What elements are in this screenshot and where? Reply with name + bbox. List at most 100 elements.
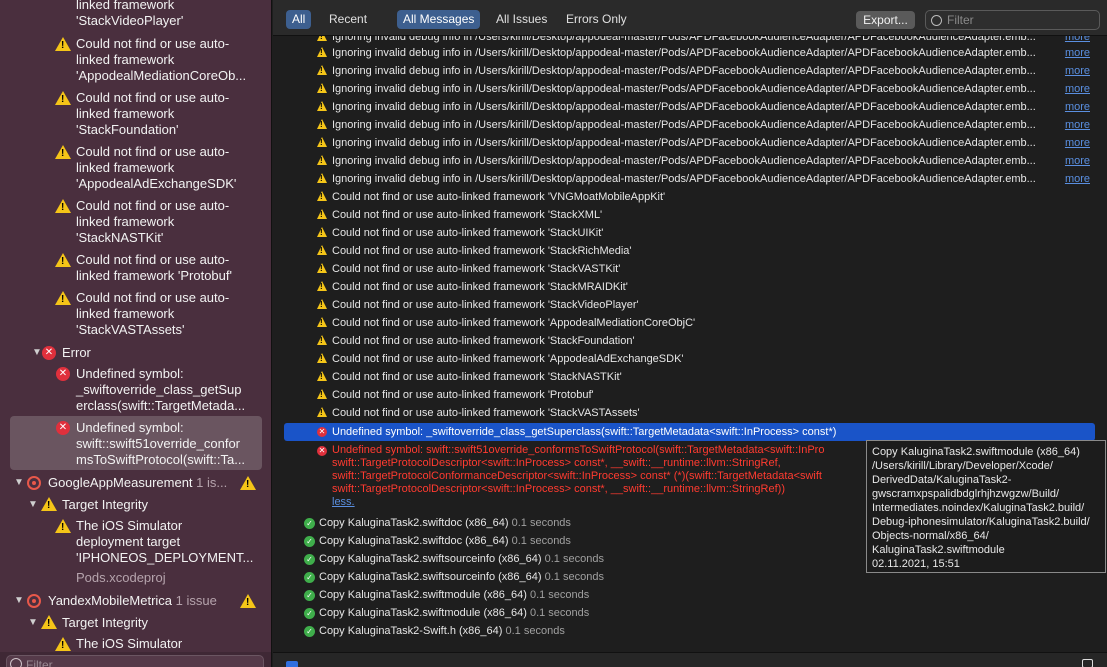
filter-icon xyxy=(931,15,942,26)
issue-item[interactable]: The iOS Simulatordeployment target'IPHON… xyxy=(0,518,271,590)
log-message: Ignoring invalid debug info in /Users/ki… xyxy=(332,65,1036,77)
more-link[interactable]: more xyxy=(1065,152,1090,170)
log-row[interactable]: Could not find or use auto-linked framew… xyxy=(273,206,1107,224)
log-row[interactable]: Could not find or use auto-linked framew… xyxy=(273,296,1107,314)
issue-item[interactable]: Could not find or use auto-linked framew… xyxy=(0,90,271,144)
error-icon: ✕ xyxy=(42,346,56,360)
log-message: Ignoring invalid debug info in /Users/ki… xyxy=(332,101,1036,113)
warning-icon xyxy=(41,497,57,511)
more-link[interactable]: more xyxy=(1065,80,1090,98)
sidebar-filter-placeholder: Filter xyxy=(26,658,53,667)
chevron-down-icon[interactable]: ▼ xyxy=(14,593,24,609)
issue-item[interactable]: linked framework 'StackVideoPlayer' xyxy=(0,0,271,30)
log-row[interactable]: Could not find or use auto-linked framew… xyxy=(273,242,1107,260)
log-row[interactable]: Could not find or use auto-linked framew… xyxy=(273,350,1107,368)
issue-item[interactable]: Could not find or use auto-linked framew… xyxy=(0,290,271,344)
log-message: Could not find or use auto-linked framew… xyxy=(332,263,621,275)
log-row[interactable]: Could not find or use auto-linked framew… xyxy=(273,224,1107,242)
log-message: Ignoring invalid debug info in /Users/ki… xyxy=(332,119,1036,131)
warning-icon xyxy=(55,637,71,651)
more-link[interactable]: more xyxy=(1065,134,1090,152)
target-integrity-group[interactable]: ▼ Target Integrity xyxy=(0,496,271,514)
scope-recent-button[interactable]: Recent xyxy=(323,10,373,29)
chevron-down-icon[interactable]: ▼ xyxy=(28,615,38,631)
chevron-down-icon[interactable]: ▼ xyxy=(14,475,24,491)
export-button[interactable]: Export... xyxy=(856,11,915,29)
error-icon: ✕ xyxy=(317,446,327,456)
target-group-yandex[interactable]: ▼ YandexMobileMetrica 1 issue xyxy=(0,592,271,610)
log-row[interactable]: Ignoring invalid debug info in /Users/ki… xyxy=(273,62,1107,80)
target-integrity-group[interactable]: ▼ Target Integrity xyxy=(0,614,271,632)
error-item[interactable]: ✕ Undefined symbol: swift::swift51overrid… xyxy=(0,420,271,470)
log-row[interactable]: Ignoring invalid debug info in /Users/ki… xyxy=(273,80,1107,98)
log-row[interactable]: Could not find or use auto-linked framew… xyxy=(273,314,1107,332)
log-row[interactable]: Could not find or use auto-linked framew… xyxy=(273,386,1107,404)
error-group[interactable]: ▼ ✕ Error xyxy=(0,344,271,362)
more-link[interactable]: more xyxy=(1065,62,1090,80)
issue-item[interactable]: Could not find or use auto-linked framew… xyxy=(0,36,271,90)
window-icon[interactable] xyxy=(1082,659,1093,667)
more-link[interactable]: more xyxy=(1065,98,1090,116)
tooltip-line: DerivedData/KaluginaTask2- xyxy=(872,474,1012,486)
issue-label: Could not find or use auto-linked framew… xyxy=(76,36,247,83)
log-message: Copy KaluginaTask2.swiftmodule (x86_64) … xyxy=(319,607,590,619)
scope-all-button[interactable]: All xyxy=(286,10,312,29)
issue-label: Could not find or use auto-linked framew… xyxy=(76,252,232,283)
log-filter-input[interactable]: Filter xyxy=(925,10,1100,30)
selected-log-row[interactable]: ✕ Undefined symbol: _swiftoverride_class… xyxy=(284,423,1095,441)
log-row[interactable]: ✓ Copy KaluginaTask2-Swift.h (x86_64) 0.1… xyxy=(273,622,1107,640)
log-row[interactable]: ✓ Copy KaluginaTask2.swiftmodule (x86_64)… xyxy=(273,586,1107,604)
errors-only-button[interactable]: Errors Only xyxy=(560,10,633,29)
log-row[interactable]: ✓ Copy KaluginaTask2.swiftmodule (x86_64)… xyxy=(273,604,1107,622)
log-row[interactable]: Could not find or use auto-linked framew… xyxy=(273,188,1107,206)
warning-icon xyxy=(317,299,327,309)
warning-icon xyxy=(41,615,57,629)
log-message: Could not find or use auto-linked framew… xyxy=(332,317,696,329)
error-item[interactable]: ✕ Undefined symbol: _swiftoverride_class_… xyxy=(0,366,271,416)
issue-item[interactable]: Could not find or use auto-linked framew… xyxy=(0,198,271,252)
build-log-panel: Ignoring invalid debug info in /Users/ki… xyxy=(273,0,1107,667)
log-row[interactable]: Could not find or use auto-linked framew… xyxy=(273,278,1107,296)
path-tooltip: Copy KaluginaTask2.swiftmodule (x86_64) … xyxy=(866,440,1106,573)
log-row[interactable]: Could not find or use auto-linked framew… xyxy=(273,332,1107,350)
log-row[interactable]: Ignoring invalid debug info in /Users/ki… xyxy=(273,44,1107,62)
error-icon: ✕ xyxy=(56,367,70,381)
target-group-google[interactable]: ▼ GoogleAppMeasurement 1 is... xyxy=(0,474,271,492)
log-message: Ignoring invalid debug info in /Users/ki… xyxy=(332,137,1036,149)
log-row[interactable]: Could not find or use auto-linked framew… xyxy=(273,260,1107,278)
log-row[interactable]: Ignoring invalid debug info in /Users/ki… xyxy=(273,170,1107,188)
chevron-down-icon[interactable]: ▼ xyxy=(32,345,42,361)
issue-label: Could not find or use auto-linked framew… xyxy=(76,290,230,337)
tooltip-line: gwscramxpspalidbdglrhjhzwgzw/Build/ xyxy=(872,488,1060,500)
log-message: Ignoring invalid debug info in /Users/ki… xyxy=(332,47,1036,59)
folder-icon[interactable] xyxy=(286,661,298,667)
warning-icon xyxy=(317,263,327,273)
error-icon: ✕ xyxy=(317,427,327,437)
log-row[interactable]: Ignoring invalid debug info in /Users/ki… xyxy=(273,98,1107,116)
log-message: Could not find or use auto-linked framew… xyxy=(332,245,632,257)
log-row[interactable]: Could not find or use auto-linked framew… xyxy=(273,368,1107,386)
all-issues-button[interactable]: All Issues xyxy=(490,10,553,29)
more-link[interactable]: more xyxy=(1065,170,1090,188)
chevron-down-icon[interactable]: ▼ xyxy=(28,497,38,513)
log-message: Ignoring invalid debug info in /Users/ki… xyxy=(332,155,1036,167)
issue-label: Undefined symbol: _swiftoverride_class_ge… xyxy=(76,366,246,413)
issue-item[interactable]: Could not find or use auto-linked framew… xyxy=(0,144,271,198)
more-link[interactable]: more xyxy=(1065,116,1090,134)
issue-item[interactable]: Could not find or use auto-linked framew… xyxy=(0,252,271,290)
warning-icon xyxy=(55,519,71,533)
all-messages-button[interactable]: All Messages xyxy=(397,10,481,29)
warning-icon xyxy=(317,119,327,129)
log-row[interactable]: Ignoring invalid debug info in /Users/ki… xyxy=(273,134,1107,152)
more-link[interactable]: more xyxy=(1065,44,1090,62)
warning-icon xyxy=(55,291,71,305)
log-message: Ignoring invalid debug info in /Users/ki… xyxy=(332,173,1036,185)
warning-icon xyxy=(317,155,327,165)
log-row[interactable]: Could not find or use auto-linked framew… xyxy=(273,404,1107,422)
filter-icon xyxy=(10,658,22,667)
log-row[interactable]: Ignoring invalid debug info in /Users/ki… xyxy=(273,116,1107,134)
log-message: Copy KaluginaTask2.swiftsourceinfo (x86_… xyxy=(319,553,604,565)
warning-icon xyxy=(317,173,327,183)
less-link[interactable]: less. xyxy=(332,496,355,509)
log-row[interactable]: Ignoring invalid debug info in /Users/ki… xyxy=(273,152,1107,170)
